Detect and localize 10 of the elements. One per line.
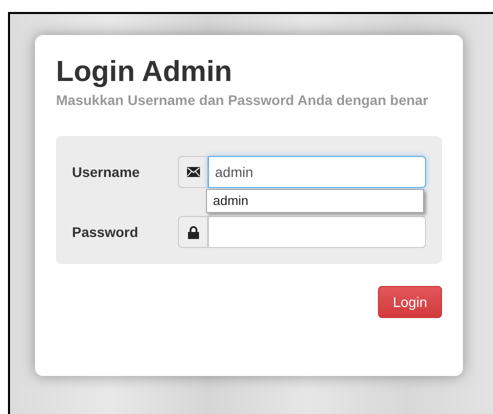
subtitle: Masukkan Username dan Password Anda dengan benar	[56, 91, 430, 110]
lock-icon	[188, 226, 198, 238]
field-label: Password	[72, 222, 140, 242]
field-label: Username	[72, 162, 141, 182]
envelope-icon	[186, 167, 200, 177]
username-field[interactable]: admin	[208, 156, 426, 188]
autocomplete-option[interactable]: admin	[207, 190, 423, 212]
password-field[interactable]	[208, 216, 426, 248]
login-button[interactable]: Login	[378, 286, 442, 318]
page-title: Login Admin	[56, 55, 234, 89]
